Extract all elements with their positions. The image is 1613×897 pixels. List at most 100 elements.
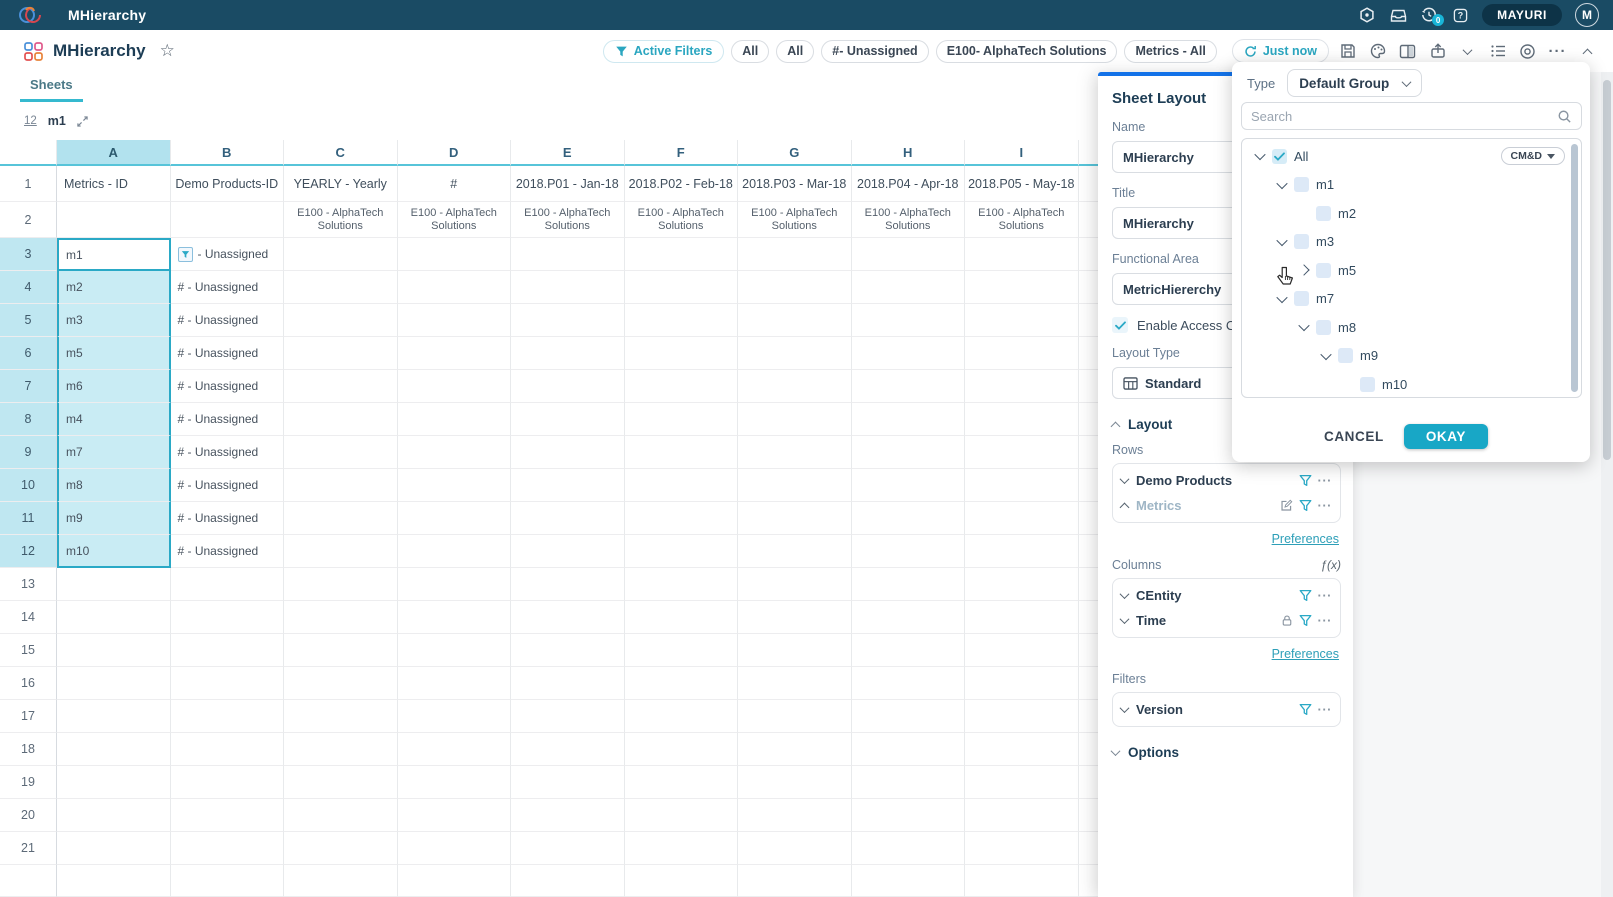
- cell-C11[interactable]: [284, 502, 398, 535]
- tree-scrollbar-thumb[interactable]: [1571, 144, 1578, 392]
- chevron-down-icon[interactable]: [1276, 235, 1287, 246]
- cell-B15[interactable]: [171, 634, 285, 667]
- export-icon[interactable]: [1426, 39, 1449, 63]
- cell-E15[interactable]: [511, 634, 625, 667]
- help-icon[interactable]: ?: [1451, 6, 1469, 24]
- cell-D11[interactable]: [398, 502, 512, 535]
- cell-flag-icon[interactable]: [178, 247, 193, 262]
- cell-C17[interactable]: [284, 700, 398, 733]
- cell-F17[interactable]: [625, 700, 739, 733]
- cell-G8[interactable]: [738, 403, 852, 436]
- cell-E7[interactable]: [511, 370, 625, 403]
- cell-C9[interactable]: [284, 436, 398, 469]
- cell-I2[interactable]: E100 - AlphaTech Solutions: [965, 202, 1079, 238]
- cell-F15[interactable]: [625, 634, 739, 667]
- cell-A14[interactable]: [57, 601, 171, 634]
- cell-I13[interactable]: [965, 568, 1079, 601]
- cell-G15[interactable]: [738, 634, 852, 667]
- row-header-3[interactable]: 3: [0, 238, 57, 271]
- cell-F14[interactable]: [625, 601, 739, 634]
- more-icon[interactable]: ···: [1318, 613, 1333, 628]
- cell-G14[interactable]: [738, 601, 852, 634]
- column-header-C[interactable]: C: [284, 140, 398, 166]
- cell-G11[interactable]: [738, 502, 852, 535]
- chevron-down-icon[interactable]: [1276, 178, 1287, 189]
- cell-C20[interactable]: [284, 799, 398, 832]
- more-icon[interactable]: ···: [1318, 498, 1333, 513]
- layout-item-centity[interactable]: CEntity···: [1121, 583, 1332, 608]
- cell-C16[interactable]: [284, 667, 398, 700]
- cell-E19[interactable]: [511, 766, 625, 799]
- cell-G19[interactable]: [738, 766, 852, 799]
- cell-E8[interactable]: [511, 403, 625, 436]
- checkbox-unchecked-icon[interactable]: [1294, 177, 1309, 192]
- cell-B19[interactable]: [171, 766, 285, 799]
- cell-F11[interactable]: [625, 502, 739, 535]
- row-header-17[interactable]: 17: [0, 700, 57, 733]
- scrollbar-thumb[interactable]: [1603, 80, 1611, 460]
- cell-A16[interactable]: [57, 667, 171, 700]
- cell-E6[interactable]: [511, 337, 625, 370]
- user-name-pill[interactable]: MAYURI: [1482, 4, 1562, 26]
- filter-pill-4[interactable]: Metrics - All: [1124, 40, 1216, 63]
- cell-D12[interactable]: [398, 535, 512, 568]
- row-header-11[interactable]: 11: [0, 502, 57, 535]
- cell-I14[interactable]: [965, 601, 1079, 634]
- cell-G2[interactable]: E100 - AlphaTech Solutions: [738, 202, 852, 238]
- visibility-icon[interactable]: [1516, 39, 1539, 63]
- inbox-icon[interactable]: [1389, 6, 1407, 24]
- tree-item-m1[interactable]: m1: [1242, 171, 1581, 200]
- chevron-up-icon[interactable]: [1120, 503, 1130, 513]
- columns-preferences-link[interactable]: Preferences: [1114, 647, 1339, 661]
- cell-D5[interactable]: [398, 304, 512, 337]
- row-header-20[interactable]: 20: [0, 799, 57, 832]
- cell-A17[interactable]: [57, 700, 171, 733]
- cell-B9[interactable]: # - Unassigned: [171, 436, 285, 469]
- cell-D8[interactable]: [398, 403, 512, 436]
- cell-A8[interactable]: m4: [57, 403, 171, 436]
- cell-A2[interactable]: [57, 202, 171, 238]
- layout-item-version[interactable]: Version···: [1121, 697, 1332, 722]
- cell-H12[interactable]: [852, 535, 966, 568]
- cell-A7[interactable]: m6: [57, 370, 171, 403]
- cell-A18[interactable]: [57, 733, 171, 766]
- tree-item-m8[interactable]: m8: [1242, 313, 1581, 342]
- cell-C18[interactable]: [284, 733, 398, 766]
- row-header-7[interactable]: 7: [0, 370, 57, 403]
- cell-C12[interactable]: [284, 535, 398, 568]
- chevron-down-icon[interactable]: [1120, 614, 1130, 624]
- row-header-8[interactable]: 8: [0, 403, 57, 436]
- cell-D7[interactable]: [398, 370, 512, 403]
- cell-B17[interactable]: [171, 700, 285, 733]
- cell-C14[interactable]: [284, 601, 398, 634]
- column-header-A[interactable]: A: [57, 140, 171, 166]
- cell-F21[interactable]: [625, 832, 739, 865]
- tree-item-m9[interactable]: m9: [1242, 342, 1581, 371]
- cell-A21[interactable]: [57, 832, 171, 865]
- cell-A3[interactable]: m1: [57, 238, 171, 271]
- cell-D3[interactable]: [398, 238, 512, 271]
- cell-G9[interactable]: [738, 436, 852, 469]
- cell-E14[interactable]: [511, 601, 625, 634]
- checkbox-unchecked-icon[interactable]: [1294, 291, 1309, 306]
- cell-E12[interactable]: [511, 535, 625, 568]
- checkbox-unchecked-icon[interactable]: [1316, 206, 1331, 221]
- cell-C4[interactable]: [284, 271, 398, 304]
- cell-B2[interactable]: [171, 202, 285, 238]
- cell-G21[interactable]: [738, 832, 852, 865]
- cell-G3[interactable]: [738, 238, 852, 271]
- cell-C3[interactable]: [284, 238, 398, 271]
- cell-H2[interactable]: E100 - AlphaTech Solutions: [852, 202, 966, 238]
- cell-I11[interactable]: [965, 502, 1079, 535]
- cell-E4[interactable]: [511, 271, 625, 304]
- cell-B16[interactable]: [171, 667, 285, 700]
- cell-D17[interactable]: [398, 700, 512, 733]
- cell-E5[interactable]: [511, 304, 625, 337]
- cell-D4[interactable]: [398, 271, 512, 304]
- cell-F4[interactable]: [625, 271, 739, 304]
- cell-D6[interactable]: [398, 337, 512, 370]
- chevron-right-icon[interactable]: [1298, 265, 1309, 276]
- history-icon[interactable]: 0: [1420, 6, 1438, 24]
- edit-icon[interactable]: [1280, 499, 1293, 512]
- cell-H4[interactable]: [852, 271, 966, 304]
